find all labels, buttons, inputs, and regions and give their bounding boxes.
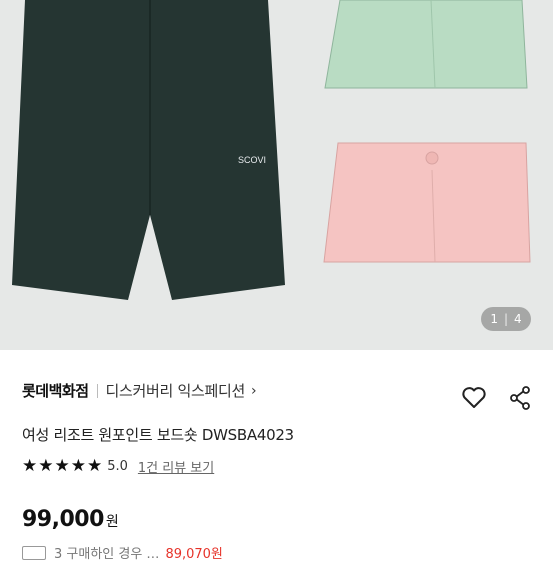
product-title: 여성 리조트 원포인트 보드숏 DWSBA4023 [22, 426, 294, 444]
price-unit: 원 [105, 514, 119, 530]
share-icon[interactable] [509, 386, 531, 410]
dark-shorts-body [12, 0, 285, 300]
product-image-gallery[interactable]: SCOVI 1 | 4 [0, 0, 553, 350]
store-name[interactable]: 롯데백화점 [22, 380, 89, 401]
pager-separator: | [503, 312, 509, 326]
seller-divider [96, 383, 98, 398]
rating-stars: ★★★★★ [22, 456, 104, 476]
pager-total: 4 [514, 312, 522, 326]
heart-icon[interactable] [461, 386, 487, 410]
image-pager: 1 | 4 [481, 307, 531, 331]
shorts-logo: SCOVI [238, 155, 266, 165]
pink-shorts-button [425, 151, 439, 165]
seller-row[interactable]: 롯데백화점 디스커버리 익스페디션 › [22, 380, 257, 401]
review-link[interactable]: 1건 리뷰 보기 [138, 457, 214, 476]
product-actions [461, 386, 531, 410]
chevron-right-icon[interactable]: › [251, 383, 257, 399]
product-image: SCOVI [12, 0, 531, 300]
price: 99,000 원 [22, 507, 119, 532]
brand-name[interactable]: 디스커버리 익스페디션 [106, 380, 246, 401]
price-value: 99,000 [22, 507, 104, 532]
rating-row: ★★★★★ 5.0 1건 리뷰 보기 [22, 456, 214, 476]
mint-shorts [324, 0, 528, 89]
pager-current: 1 [490, 312, 498, 326]
rating-score: 5.0 [107, 458, 128, 474]
